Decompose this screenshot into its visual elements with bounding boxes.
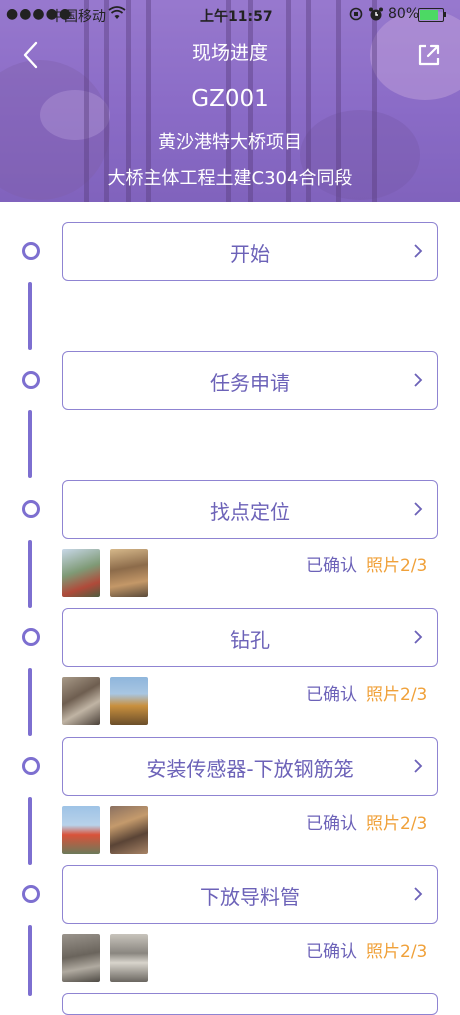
- step-label: 开始: [230, 242, 270, 266]
- chevron-right-icon: [414, 373, 423, 387]
- status-bar: ●●●●● 中国移动 上午11:57 80%: [0, 0, 460, 30]
- share-icon[interactable]: [414, 40, 444, 70]
- header: ●●●●● 中国移动 上午11:57 80% 现场进度 GZ001 黄沙港特大桥…: [0, 0, 460, 202]
- wifi-icon: [108, 6, 126, 24]
- confirm-status: 已确认: [306, 942, 357, 962]
- photo-thumbnail[interactable]: [110, 549, 148, 597]
- photo-count-link[interactable]: 照片2/3: [366, 937, 427, 962]
- orientation-lock-icon: [348, 6, 364, 26]
- timeline-dot: [22, 628, 40, 646]
- pile-code: GZ001: [191, 86, 269, 112]
- photo-thumbnail[interactable]: [62, 549, 100, 597]
- photo-count-link[interactable]: 照片2/3: [366, 680, 427, 705]
- project-name: 黄沙港特大桥项目: [158, 132, 302, 153]
- timeline-connector: [28, 282, 32, 350]
- photo-thumbnail[interactable]: [62, 806, 100, 854]
- timeline-connector: [28, 925, 32, 996]
- battery-fill: [420, 10, 438, 20]
- step-label: 任务申请: [210, 371, 290, 395]
- step-card-lower-guide-pipe[interactable]: 下放导料管: [62, 865, 438, 924]
- step-label: 安装传感器-下放钢筋笼: [146, 757, 354, 781]
- timeline-connector: [28, 540, 32, 608]
- photo-count-link[interactable]: 照片2/3: [366, 551, 427, 576]
- timeline-connector: [28, 410, 32, 478]
- battery-icon: [418, 8, 444, 22]
- alarm-clock-icon: [368, 6, 384, 26]
- step-label: 找点定位: [210, 500, 290, 524]
- carrier-name: 中国移动: [50, 9, 106, 25]
- step-card-next[interactable]: [62, 993, 438, 1015]
- timeline-connector: [28, 797, 32, 865]
- photo-thumbnail[interactable]: [62, 934, 100, 982]
- confirm-status: 已确认: [306, 685, 357, 705]
- photo-thumbnail[interactable]: [62, 677, 100, 725]
- photo-thumbnail[interactable]: [110, 934, 148, 982]
- step-label: 钻孔: [230, 628, 270, 652]
- step-card-start[interactable]: 开始: [62, 222, 438, 281]
- timeline-dot: [22, 500, 40, 518]
- step-card-locate-point[interactable]: 找点定位: [62, 480, 438, 539]
- timeline-dot: [22, 885, 40, 903]
- step-card-install-sensor[interactable]: 安装传感器-下放钢筋笼: [62, 737, 438, 796]
- page-title: 现场进度: [191, 42, 268, 64]
- photo-thumbnail[interactable]: [110, 806, 148, 854]
- chevron-right-icon: [414, 502, 423, 516]
- battery-percentage: 80%: [388, 6, 420, 22]
- confirm-status: 已确认: [306, 814, 357, 834]
- step-label: 下放导料管: [200, 885, 300, 909]
- photo-thumbnail[interactable]: [110, 677, 148, 725]
- timeline-dot: [22, 757, 40, 775]
- photo-count-link[interactable]: 照片2/3: [366, 809, 427, 834]
- contract-section: 大桥主体工程土建C304合同段: [107, 168, 353, 189]
- confirm-status: 已确认: [306, 556, 357, 576]
- chevron-right-icon: [414, 630, 423, 644]
- chevron-right-icon: [414, 244, 423, 258]
- step-card-drilling[interactable]: 钻孔: [62, 608, 438, 667]
- chevron-right-icon: [414, 887, 423, 901]
- timeline-dot: [22, 371, 40, 389]
- step-card-task-application[interactable]: 任务申请: [62, 351, 438, 410]
- clock-time: 上午11:57: [200, 9, 273, 25]
- timeline-dot: [22, 242, 40, 260]
- timeline-connector: [28, 668, 32, 736]
- chevron-right-icon: [414, 759, 423, 773]
